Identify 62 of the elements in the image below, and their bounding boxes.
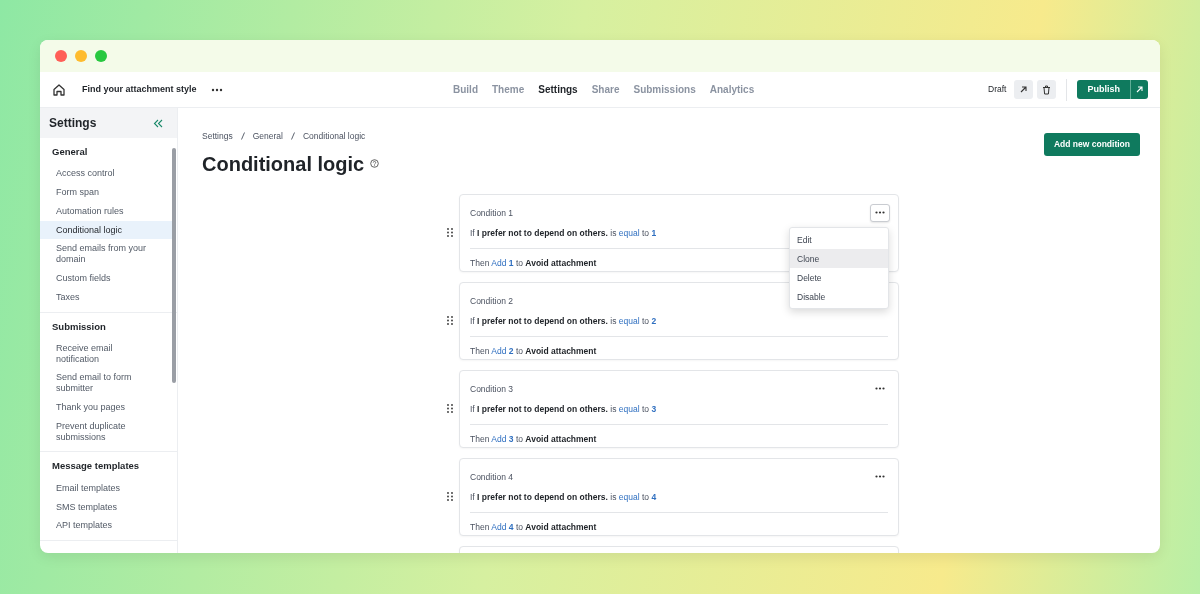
arrow-icon [1135,85,1144,94]
scrollbar[interactable] [172,148,176,383]
breadcrumb-current: Conditional logic [302,130,366,143]
condition-action: Then Add 1 to Avoid attachment [470,256,597,270]
drag-handle-icon[interactable] [447,315,453,325]
window-control-button[interactable] [55,50,67,62]
condition-title: Condition 3 [470,382,513,396]
drag-handle-icon[interactable] [447,227,453,237]
open-button[interactable] [1014,80,1034,99]
status-text: Draft [988,83,1007,96]
more-icon[interactable] [210,87,223,92]
breadcrumb-link[interactable]: General [252,130,283,143]
sidebar-item[interactable]: Taxes [40,287,172,307]
collapse-icon[interactable] [153,118,163,128]
sidebar-heading: Submission [51,319,107,334]
slash-icon [290,132,295,141]
nav-tab[interactable]: Settings [538,82,578,97]
publish-button[interactable]: Publish [1077,80,1130,99]
publish-link-button[interactable] [1130,80,1148,99]
sidebar-item[interactable]: SMS templates [40,497,172,517]
slash-icon [240,132,245,141]
sidebar-heading: General [51,145,89,159]
sidebar-item[interactable]: Thank you pages [40,398,172,417]
more-button[interactable] [870,203,890,222]
sidebar-item[interactable]: API templates [40,516,172,536]
condition-title: Condition 2 [470,294,513,308]
condition-rule: If I prefer not to depend on others. is equal to 1 [470,226,657,240]
sidebar-item[interactable]: Access control [40,164,172,184]
home-icon[interactable] [52,82,66,97]
sidebar-item[interactable]: Automation rules [40,201,172,221]
menu-item[interactable]: Edit [790,229,888,249]
condition-rule: If I prefer not to depend on others. is equal to 4 [470,490,657,504]
sidebar-heading: Message templates [51,459,141,474]
drag-handle-icon[interactable] [447,491,453,501]
sidebar-title: Settings [49,115,97,132]
page-title: Conditional logic [202,151,365,177]
form-title: Find your attachment style [82,82,197,96]
trash-icon [1042,84,1052,95]
delete-button[interactable] [1037,80,1057,99]
sidebar-item[interactable]: Form span [40,183,172,202]
breadcrumb-link[interactable]: Settings [202,130,233,143]
sidebar-item[interactable]: Receive email notification [40,338,172,369]
condition-rule: If I prefer not to depend on others. is equal to 2 [470,314,657,328]
more-icon [875,475,885,479]
condition-title: Condition 4 [470,470,513,484]
help-icon[interactable] [370,159,380,169]
arrow-icon [1019,85,1029,94]
sidebar-item[interactable]: Custom fields [40,269,172,288]
condition-title: Condition 1 [470,206,513,220]
sidebar-item[interactable]: Prevent duplicate submissions [40,416,172,447]
sidebar-item[interactable]: Send email to form submitter [40,368,172,399]
add-condition-button[interactable]: Add new condition [1043,133,1140,156]
drag-handle-icon[interactable] [447,403,453,413]
sidebar-item[interactable]: Email templates [40,478,172,498]
more-icon [875,387,885,391]
condition-action: Then Add 3 to Avoid attachment [470,432,597,446]
sidebar-item[interactable]: Send emails from your domain [40,239,172,270]
more-icon [875,211,885,215]
condition-action: Then Add 4 to Avoid attachment [470,520,597,534]
sidebar-item[interactable]: Conditional logic [40,220,172,240]
condition-action: Then Add 2 to Avoid attachment [470,344,597,358]
condition-rule: If I prefer not to depend on others. is equal to 3 [470,402,657,416]
